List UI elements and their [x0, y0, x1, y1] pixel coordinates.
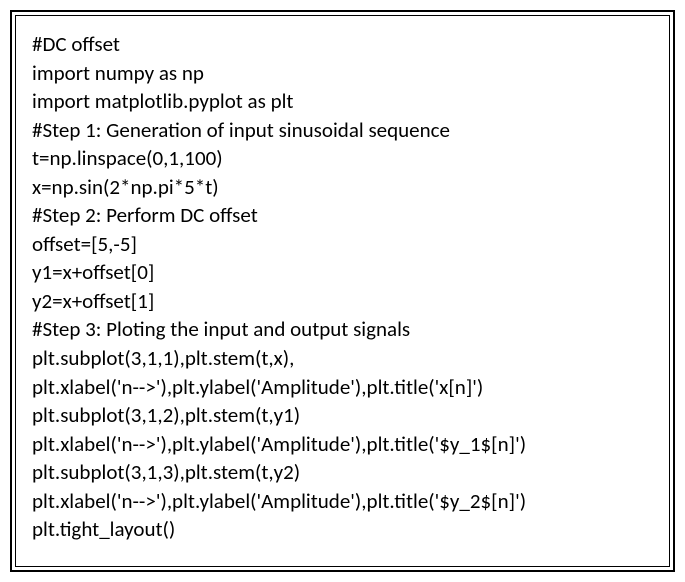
outer-border: #DC offset import numpy as np import mat…	[10, 10, 675, 572]
code-line: #Step 2: Perform DC offset	[32, 201, 653, 230]
code-line: x=np.sin(2*np.pi*5*t)	[32, 173, 653, 202]
code-line: y2=x+offset[1]	[32, 287, 653, 316]
code-line: import numpy as np	[32, 59, 653, 88]
code-line: #Step 1: Generation of input sinusoidal …	[32, 116, 653, 145]
code-line: offset=[5,-5]	[32, 230, 653, 259]
code-line: plt.subplot(3,1,3),plt.stem(t,y2)	[32, 458, 653, 487]
code-line: plt.tight_layout()	[32, 515, 653, 544]
code-line: plt.subplot(3,1,1),plt.stem(t,x),	[32, 344, 653, 373]
code-line: plt.xlabel('n-->'),plt.ylabel('Amplitude…	[32, 373, 653, 402]
code-line: import matplotlib.pyplot as plt	[32, 87, 653, 116]
code-line: plt.subplot(3,1,2),plt.stem(t,y1)	[32, 401, 653, 430]
code-line: plt.xlabel('n-->'),plt.ylabel('Amplitude…	[32, 430, 653, 459]
code-line: y1=x+offset[0]	[32, 258, 653, 287]
code-line: #DC offset	[32, 30, 653, 59]
code-line: plt.xlabel('n-->'),plt.ylabel('Amplitude…	[32, 487, 653, 516]
code-line: t=np.linspace(0,1,100)	[32, 144, 653, 173]
code-line: #Step 3: Ploting the input and output si…	[32, 315, 653, 344]
code-box: #DC offset import numpy as np import mat…	[15, 15, 670, 567]
